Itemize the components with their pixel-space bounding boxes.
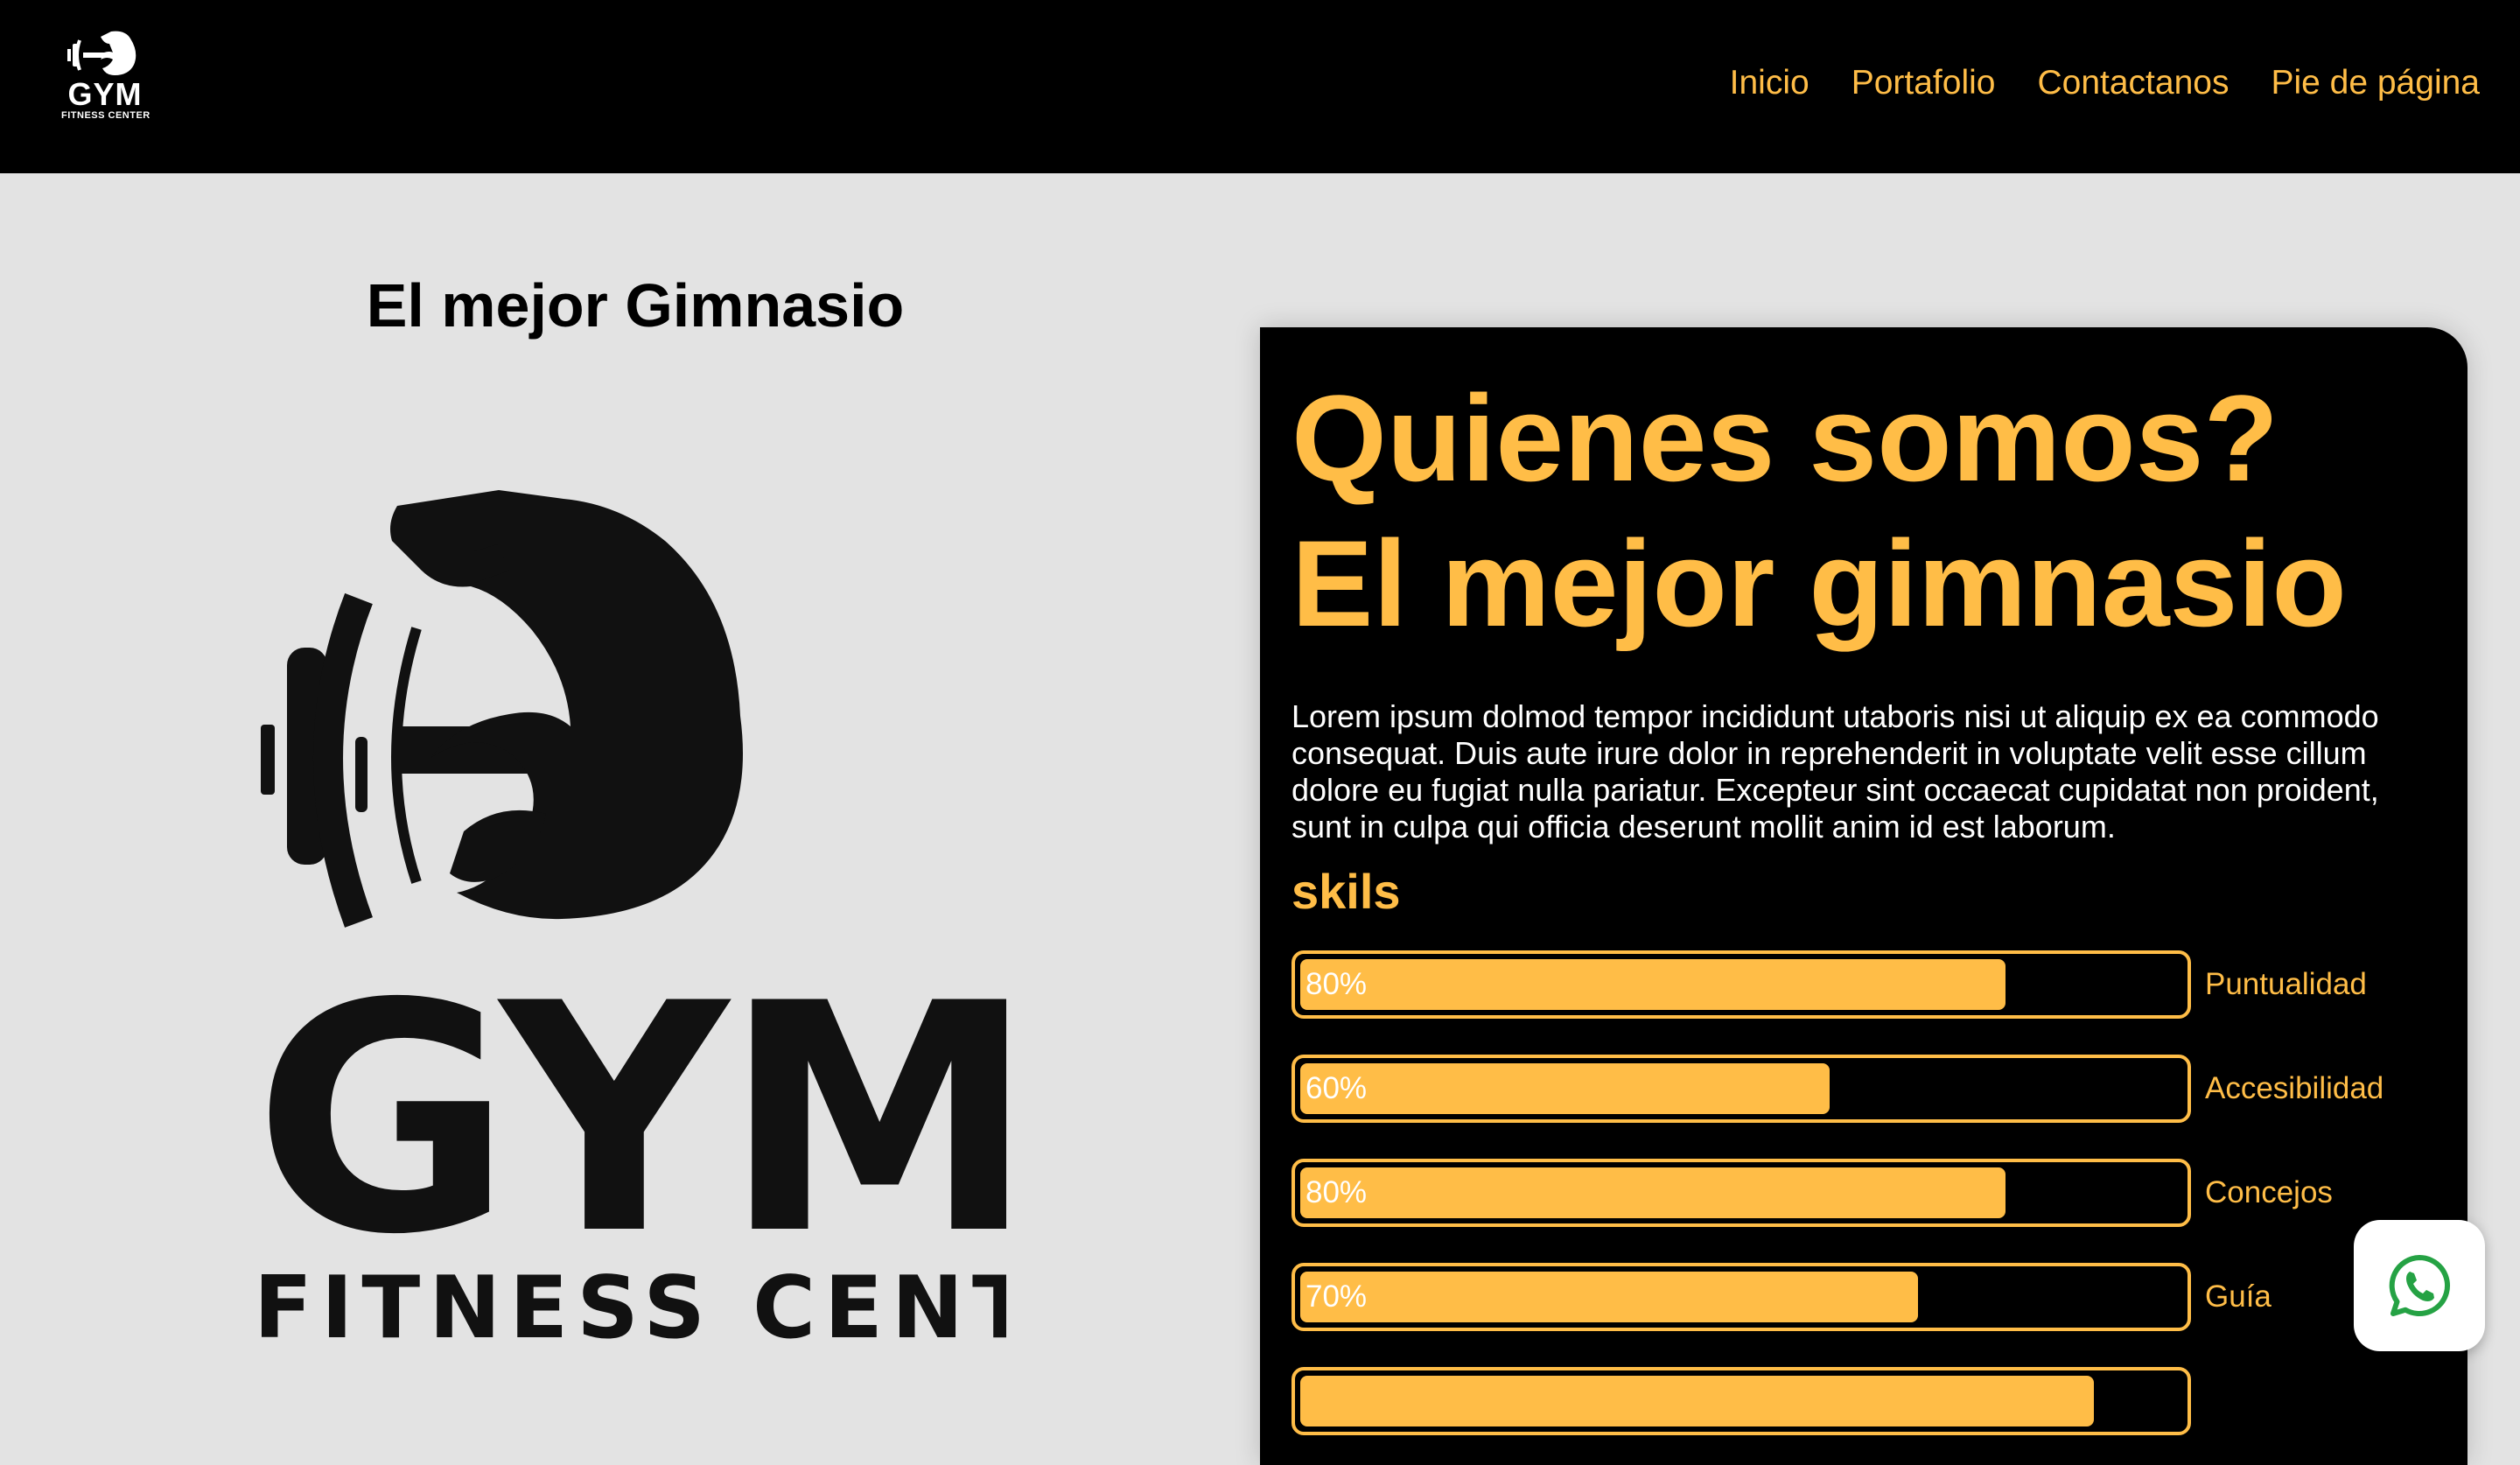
skill-percent: 80% — [1306, 967, 1368, 1001]
skill-progress-fill — [1300, 959, 2006, 1010]
skill-progress-fill — [1300, 1167, 2006, 1218]
skill-progress-bar: 80% — [1292, 1159, 2191, 1227]
skill-progress-fill — [1300, 1376, 2094, 1426]
about-heading: Quienes somos? El mejor gimnasio — [1292, 366, 2455, 656]
skill-progress-fill — [1300, 1063, 1830, 1114]
skill-label: Accesibilidad — [2205, 1071, 2384, 1105]
skill-label: Concejos — [2205, 1175, 2333, 1209]
skill-row-puntualidad: 80% Puntualidad — [1292, 950, 2464, 1019]
skill-row-guia: 70% Guía — [1292, 1263, 2464, 1331]
hero-logo-word: GYM — [254, 936, 1006, 1303]
hero-logo: GYM FITNESS CENTER — [254, 490, 1006, 1388]
about-heading-line2: El mejor gimnasio — [1292, 515, 2347, 652]
hero-title: El mejor Gimnasio — [366, 271, 905, 340]
skills-title: skils — [1292, 864, 1401, 919]
nav-logo-word: GYM — [67, 76, 143, 112]
nav-link-portafolio[interactable]: Portafolio — [1852, 61, 1996, 105]
hero-logo-subtitle: FITNESS CENTER — [254, 1258, 1006, 1358]
nav-link-pie-de-pagina[interactable]: Pie de página — [2271, 61, 2480, 105]
nav-link-inicio[interactable]: Inicio — [1730, 61, 1810, 105]
skill-label: Puntualidad — [2205, 967, 2367, 1001]
skill-progress-bar: 70% — [1292, 1263, 2191, 1331]
whatsapp-icon — [2389, 1255, 2450, 1316]
about-paragraph: Lorem ipsum dolmod tempor incididunt uta… — [1292, 698, 2379, 845]
skill-label: Guía — [2205, 1279, 2272, 1314]
navbar: GYM FITNESS CENTER Inicio Portafolio Con… — [0, 0, 2520, 173]
skill-progress-bar: 80% — [1292, 950, 2191, 1019]
skill-progress-bar: 60% — [1292, 1055, 2191, 1123]
dumbbell-arm-icon — [261, 490, 743, 928]
skill-percent: 70% — [1306, 1279, 1368, 1314]
about-heading-line1: Quienes somos? — [1292, 369, 2279, 507]
nav-menu: Inicio Portafolio Contactanos Pie de pág… — [1730, 61, 2480, 105]
skill-percent: 80% — [1306, 1175, 1368, 1209]
whatsapp-button[interactable] — [2354, 1220, 2485, 1351]
skill-row-concejos: 80% Concejos — [1292, 1159, 2464, 1227]
dumbbell-arm-icon — [67, 31, 136, 75]
skill-row-partial — [1292, 1367, 2464, 1435]
about-card: Quienes somos? El mejor gimnasio Lorem i… — [1260, 327, 2468, 1465]
skill-row-accesibilidad: 60% Accesibilidad — [1292, 1055, 2464, 1123]
skill-percent: 60% — [1306, 1071, 1368, 1105]
nav-logo[interactable]: GYM FITNESS CENTER — [61, 30, 150, 126]
skill-progress-bar — [1292, 1367, 2191, 1435]
skill-progress-fill — [1300, 1272, 1918, 1322]
nav-logo-subtitle: FITNESS CENTER — [61, 110, 150, 121]
nav-link-contactanos[interactable]: Contactanos — [2037, 61, 2229, 105]
